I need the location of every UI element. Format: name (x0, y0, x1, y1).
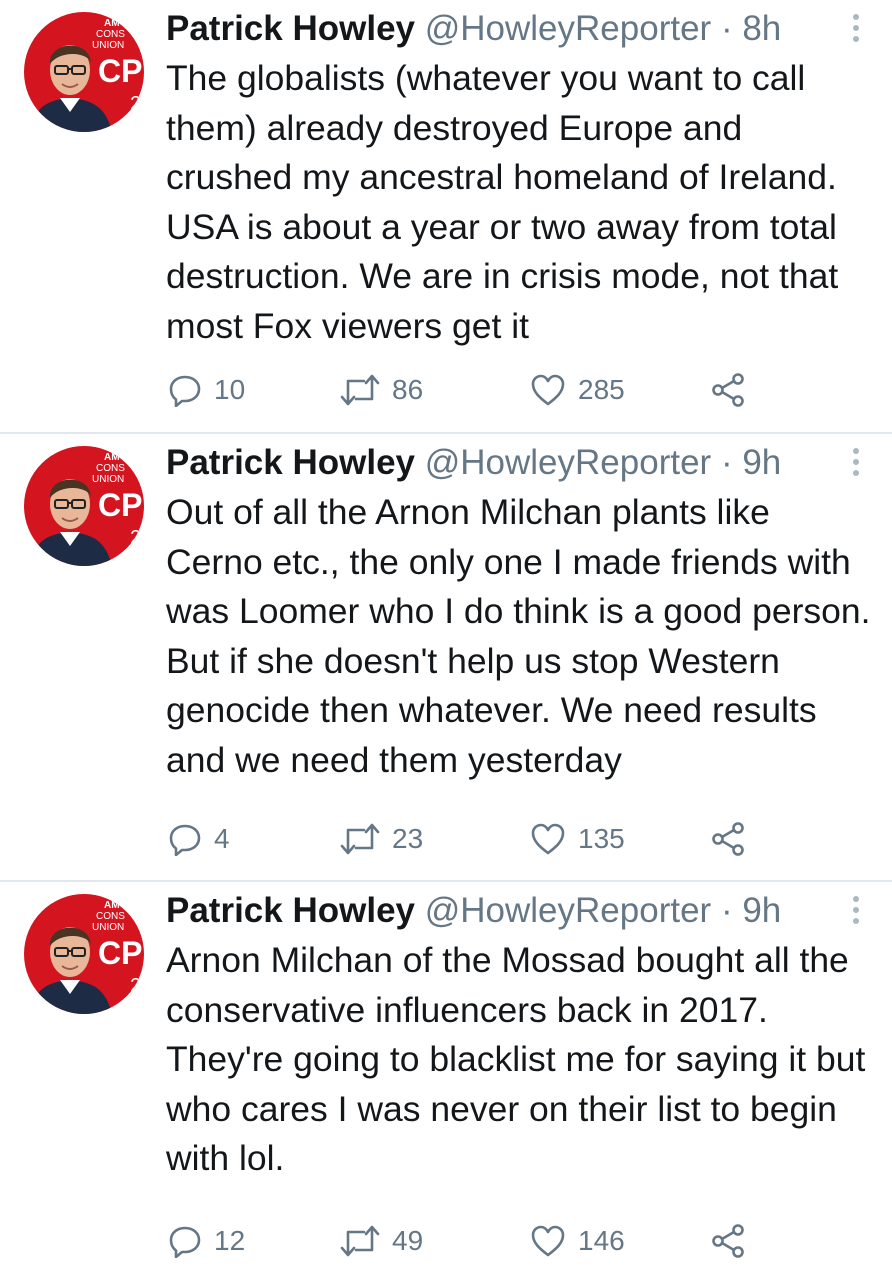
share-button[interactable] (710, 370, 746, 410)
share-icon (710, 821, 746, 857)
retweet-button[interactable]: 86 (340, 370, 423, 410)
tweet-actions: 4 23 135 (0, 819, 892, 859)
badge-line2: CONS (96, 911, 125, 922)
avatar[interactable]: AM CONS UNION CP 2 (24, 894, 144, 1014)
retweet-button[interactable]: 23 (340, 819, 423, 859)
share-button[interactable] (710, 1221, 746, 1261)
more-vertical-icon[interactable] (852, 896, 860, 926)
reply-count: 12 (214, 1225, 246, 1256)
badge-line2: CONS (96, 29, 125, 40)
like-button[interactable]: 135 (530, 819, 625, 859)
retweet-count: 86 (392, 374, 424, 405)
share-button[interactable] (710, 819, 746, 859)
author-handle[interactable]: @HowleyReporter (425, 9, 711, 48)
retweet-icon (340, 822, 380, 856)
reply-button[interactable]: 4 (168, 819, 230, 859)
badge-line3: UNION (92, 40, 124, 51)
like-button[interactable]: 146 (530, 1221, 625, 1261)
share-icon (710, 1223, 746, 1259)
reply-button[interactable]: 10 (168, 370, 245, 410)
avatar[interactable]: AM CONS UNION CP 2 (24, 12, 144, 132)
tweet-text: Arnon Milchan of the Mossad bought all t… (166, 940, 866, 1179)
separator-dot: · (720, 891, 733, 930)
like-count: 135 (578, 823, 625, 854)
retweet-button[interactable]: 49 (340, 1221, 423, 1261)
badge-initials: CP (98, 487, 142, 523)
reply-icon (168, 1224, 202, 1258)
badge-line1: AM (104, 452, 120, 463)
tweet-text: Out of all the Arnon Milchan plants like… (166, 492, 871, 780)
tweet-header: Patrick Howley @HowleyReporter · 9h (166, 888, 862, 934)
reply-button[interactable]: 12 (168, 1221, 245, 1261)
badge-number: 2 (130, 527, 141, 549)
tweet[interactable]: AM CONS UNION CP 2 Patrick Howley @Howle… (0, 0, 892, 434)
retweet-icon (340, 1224, 380, 1258)
like-icon (530, 373, 566, 407)
tweet-header: Patrick Howley @HowleyReporter · 9h (166, 440, 862, 486)
tweet-time[interactable]: 9h (742, 891, 781, 930)
like-count: 285 (578, 374, 625, 405)
badge-line2: CONS (96, 463, 125, 474)
like-icon (530, 822, 566, 856)
author-handle[interactable]: @HowleyReporter (425, 443, 711, 482)
tweet[interactable]: AM CONS UNION CP 2 Patrick Howley @Howle… (0, 434, 892, 882)
author-name[interactable]: Patrick Howley (166, 443, 415, 482)
badge-number: 2 (130, 93, 141, 115)
like-count: 146 (578, 1225, 625, 1256)
share-icon (710, 372, 746, 408)
like-button[interactable]: 285 (530, 370, 625, 410)
badge-line3: UNION (92, 922, 124, 933)
tweet-actions: 10 86 285 (0, 370, 892, 410)
like-icon (530, 1224, 566, 1258)
tweet[interactable]: AM CONS UNION CP 2 Patrick Howley @Howle… (0, 882, 892, 1280)
more-vertical-icon[interactable] (852, 14, 860, 44)
author-name[interactable]: Patrick Howley (166, 891, 415, 930)
avatar[interactable]: AM CONS UNION CP 2 (24, 446, 144, 566)
retweet-icon (340, 373, 380, 407)
badge-initials: CP (98, 935, 142, 971)
tweet-actions: 12 49 146 (0, 1221, 892, 1261)
badge-line1: AM (104, 900, 120, 911)
retweet-count: 23 (392, 823, 424, 854)
author-name[interactable]: Patrick Howley (166, 9, 415, 48)
author-handle[interactable]: @HowleyReporter (425, 891, 711, 930)
retweet-count: 49 (392, 1225, 424, 1256)
reply-icon (168, 822, 202, 856)
tweet-text: The globalists (whatever you want to cal… (166, 58, 839, 346)
badge-initials: CP (98, 53, 142, 89)
tweet-time[interactable]: 8h (742, 9, 781, 48)
separator-dot: · (720, 443, 733, 482)
separator-dot: · (720, 9, 733, 48)
tweet-header: Patrick Howley @HowleyReporter · 8h (166, 6, 862, 52)
badge-number: 2 (130, 975, 141, 997)
reply-count: 10 (214, 374, 246, 405)
tweet-time[interactable]: 9h (742, 443, 781, 482)
reply-count: 4 (214, 823, 230, 854)
more-vertical-icon[interactable] (852, 448, 860, 478)
badge-line3: UNION (92, 474, 124, 485)
badge-line1: AM (104, 18, 120, 29)
reply-icon (168, 373, 202, 407)
